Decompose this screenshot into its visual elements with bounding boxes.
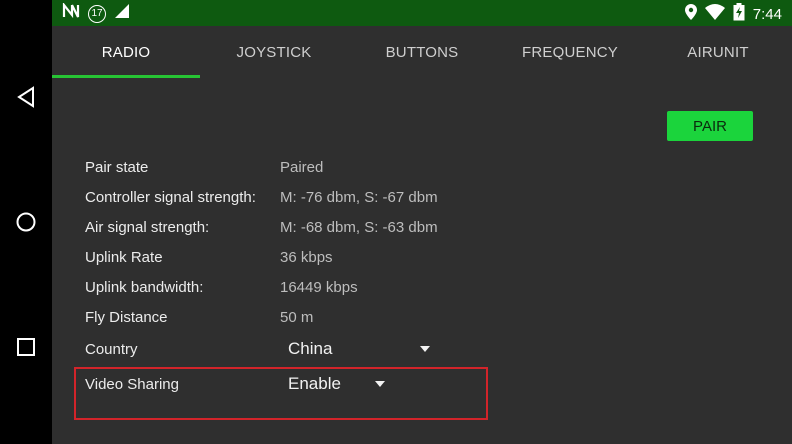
info-row-controller-signal: Controller signal strength: M: -76 dbm, … <box>85 189 438 206</box>
tab-bar: RADIO JOYSTICK BUTTONS FREQUENCY AIRUNIT <box>52 26 792 78</box>
home-icon[interactable] <box>12 208 40 236</box>
info-row-air-signal: Air signal strength: M: -68 dbm, S: -63 … <box>85 219 438 236</box>
tab-radio[interactable]: RADIO <box>52 26 200 78</box>
info-row-fly-distance: Fly Distance 50 m <box>85 309 313 326</box>
country-label: Country <box>85 341 138 358</box>
chevron-down-icon <box>420 346 430 352</box>
tab-buttons[interactable]: BUTTONS <box>348 26 496 78</box>
notification-badge: 17 <box>88 4 106 23</box>
android-nav-bar <box>0 0 52 444</box>
row-label: Fly Distance <box>85 309 168 326</box>
clock-time: 7:44 <box>752 6 782 23</box>
row-value: M: -76 dbm, S: -67 dbm <box>280 189 438 206</box>
n-logo-icon <box>62 1 80 24</box>
row-value: 36 kbps <box>280 249 333 266</box>
back-icon[interactable] <box>12 83 40 111</box>
row-label: Uplink bandwidth: <box>85 279 204 296</box>
wifi-icon <box>704 4 725 25</box>
row-label: Controller signal strength: <box>85 189 256 206</box>
country-value: China <box>288 339 333 358</box>
recents-icon[interactable] <box>12 333 40 361</box>
tab-frequency[interactable]: FREQUENCY <box>496 26 644 78</box>
battery-icon <box>733 3 745 26</box>
tab-airunit[interactable]: AIRUNIT <box>644 26 792 78</box>
row-label: Uplink Rate <box>85 249 163 266</box>
highlight-box <box>74 367 488 420</box>
info-row-uplink-bandwidth: Uplink bandwidth: 16449 kbps <box>85 279 358 296</box>
row-value: 16449 kbps <box>280 279 358 296</box>
tab-joystick[interactable]: JOYSTICK <box>200 26 348 78</box>
pair-button[interactable]: PAIR <box>667 111 753 141</box>
signal-icon <box>114 3 130 24</box>
row-value: 50 m <box>280 309 314 326</box>
country-select[interactable]: China <box>288 339 430 359</box>
country-row: Country China <box>85 339 430 358</box>
row-value: Paired <box>280 159 324 176</box>
row-value: M: -68 dbm, S: -63 dbm <box>280 219 438 236</box>
info-row-uplink-rate: Uplink Rate 36 kbps <box>85 249 333 266</box>
status-bar: 17 7:44 <box>52 0 792 26</box>
info-row-pair-state: Pair state Paired <box>85 159 323 176</box>
row-label: Air signal strength: <box>85 219 210 236</box>
row-label: Pair state <box>85 159 149 176</box>
location-icon <box>684 4 697 25</box>
